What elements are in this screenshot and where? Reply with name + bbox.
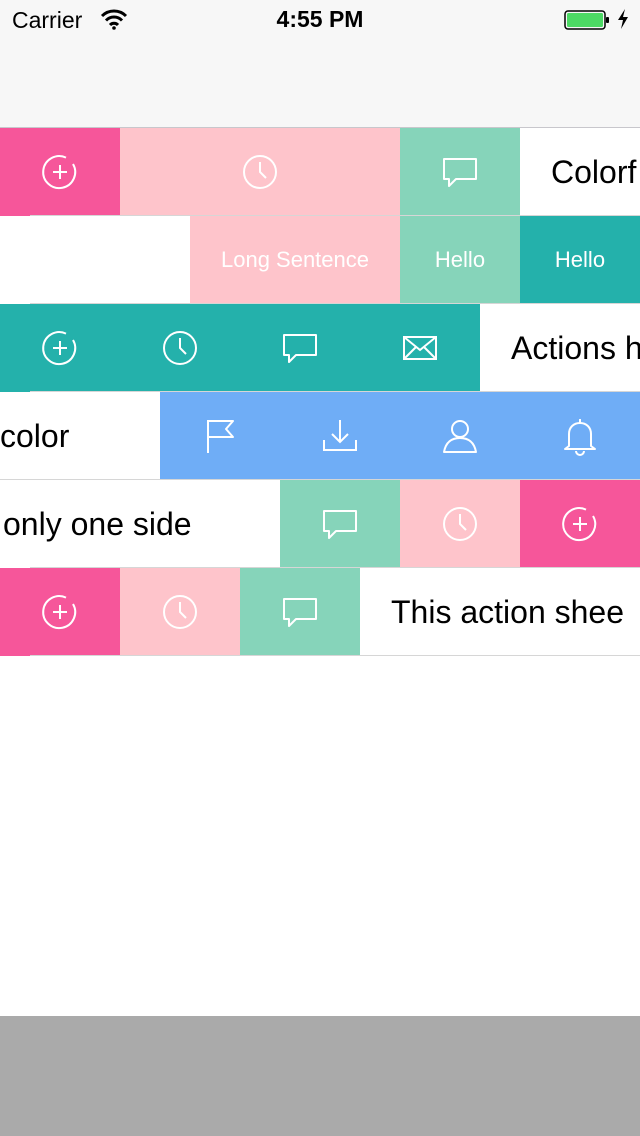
add-action-button[interactable] (0, 128, 120, 216)
add-circle-icon (42, 155, 77, 190)
bell-action-button[interactable] (520, 392, 640, 480)
add-action-button[interactable] (0, 568, 120, 656)
row-title: Colorf (551, 154, 637, 190)
clock-action-button[interactable] (120, 128, 400, 216)
add-circle-icon (42, 331, 77, 366)
comment-action-button[interactable] (240, 304, 360, 392)
list-row-1[interactable]: Colorf (0, 128, 640, 216)
comment-icon (443, 158, 477, 187)
bell-icon (564, 419, 596, 456)
flag-action-button[interactable] (160, 392, 280, 480)
list-row-6[interactable]: This action shee (0, 568, 640, 656)
mail-icon (403, 336, 437, 360)
long-sentence-button[interactable]: Long Sentence (190, 216, 400, 304)
clock-icon (243, 155, 277, 189)
list-row-4[interactable]: color (0, 392, 640, 480)
row-title: color (0, 418, 70, 454)
button-label: Long Sentence (220, 247, 370, 272)
comment-icon (283, 598, 317, 627)
download-action-button[interactable] (280, 392, 400, 480)
clock-action-button[interactable] (120, 568, 240, 656)
row-title: Actions h (511, 330, 640, 366)
clock-icon (163, 595, 197, 629)
button-label: Hello (554, 247, 606, 272)
comment-action-button[interactable] (240, 568, 360, 656)
clock-time: 4:55 PM (276, 6, 364, 32)
comment-icon (323, 510, 357, 539)
hello-button-1[interactable]: Hello (400, 216, 520, 304)
bottom-bar (0, 1016, 640, 1136)
charging-icon (618, 9, 628, 29)
flag-icon (207, 420, 234, 453)
mail-action-button[interactable] (360, 304, 480, 392)
row-title: only one side (3, 506, 192, 542)
row-divider (30, 655, 640, 656)
add-action-button[interactable] (520, 480, 640, 568)
clock-action-button[interactable] (400, 480, 520, 568)
clock-icon (443, 507, 477, 541)
clock-icon (163, 331, 197, 365)
add-action-button[interactable] (0, 304, 120, 392)
comment-action-button[interactable] (280, 480, 400, 568)
list-row-5[interactable]: only one side (0, 480, 640, 568)
comment-icon (283, 334, 317, 363)
clock-action-button[interactable] (120, 304, 240, 392)
user-action-button[interactable] (400, 392, 520, 480)
status-bar: Carrier 4:55 PM (0, 0, 640, 40)
battery-icon (564, 10, 609, 30)
list-row-3[interactable]: Actions h (0, 304, 640, 392)
list-row-2[interactable]: Long Sentence Hello Hello (0, 216, 640, 304)
user-icon (443, 420, 477, 453)
button-label: Hello (434, 247, 486, 272)
navigation-bar (0, 40, 640, 128)
download-icon (323, 420, 357, 451)
hello-button-2[interactable]: Hello (520, 216, 640, 304)
add-circle-icon (42, 595, 77, 630)
comment-action-button[interactable] (400, 128, 520, 216)
add-circle-icon (562, 507, 597, 542)
row-title: This action shee (391, 594, 625, 630)
